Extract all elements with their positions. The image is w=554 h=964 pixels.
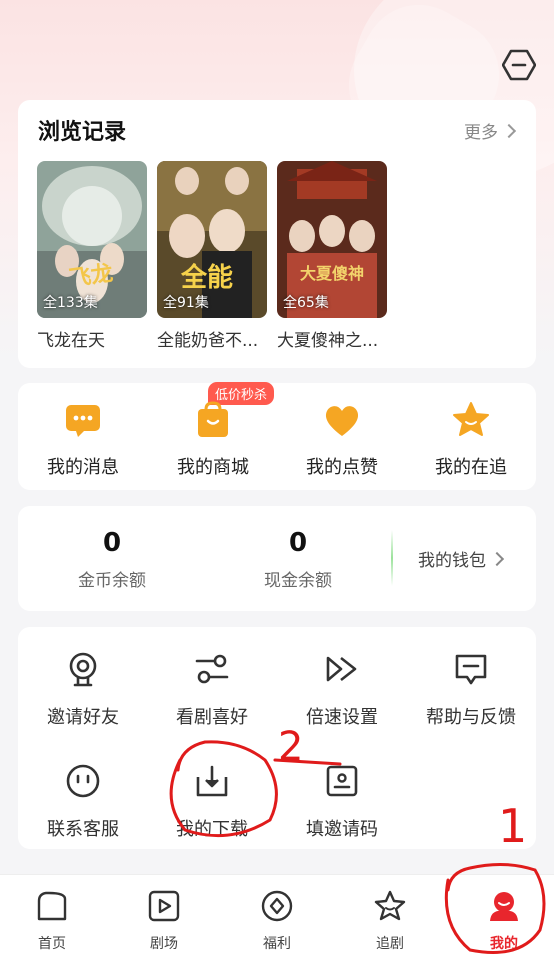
svg-text:全能: 全能: [180, 262, 233, 293]
invite-icon: [69, 652, 97, 687]
feature-label: 我的消息: [47, 457, 119, 478]
speed-icon: [326, 656, 357, 682]
bottom-nav: 首页 剧场 福利 追剧 我的: [0, 874, 554, 964]
features-card: 低价秒杀 我的消息 我的商城 我的点赞 我的在追: [18, 382, 536, 490]
feature-following[interactable]: 我的在追: [416, 401, 526, 479]
cash-balance-label: 现金余额: [264, 571, 332, 591]
cash-balance[interactable]: 0 现金余额: [218, 528, 378, 591]
cash-balance-value: 0: [288, 528, 308, 558]
chevron-right-icon: [489, 551, 505, 566]
tool-label: 联系客服: [47, 819, 119, 840]
nav-theater[interactable]: 剧场: [124, 889, 204, 953]
download-icon: [196, 765, 228, 797]
home-icon: [37, 891, 67, 921]
tools-card: 邀请好友 看剧喜好 倍速设置 帮助与反馈 联系客服 我的下载 填邀请码: [18, 627, 536, 849]
history-poster-3[interactable]: 大夏傻神 全65集: [277, 161, 387, 318]
nav-label: 我的: [490, 936, 518, 952]
history-drama-name[interactable]: 全能奶爸不...: [157, 326, 275, 351]
nav-welfare[interactable]: 福利: [237, 889, 317, 953]
tool-label: 倍速设置: [306, 707, 378, 728]
history-poster-1[interactable]: 飞龙 全133集: [37, 161, 147, 318]
feature-likes[interactable]: 我的点赞: [287, 401, 397, 479]
tool-speed-settings[interactable]: 倍速设置: [277, 651, 407, 729]
episode-count: 全65集: [283, 295, 329, 311]
welfare-icon: [261, 890, 293, 922]
coin-balance[interactable]: 0 金币余额: [32, 528, 192, 591]
nav-label: 首页: [38, 936, 66, 952]
nav-label: 追剧: [376, 936, 404, 952]
coin-balance-value: 0: [102, 528, 122, 558]
profile-icon: [490, 892, 518, 921]
star-icon: [453, 402, 489, 436]
tool-preferences[interactable]: 看剧喜好: [147, 651, 277, 729]
invite-code-icon: [326, 765, 358, 797]
tool-label: 邀请好友: [47, 707, 119, 728]
tool-label: 帮助与反馈: [426, 707, 516, 728]
feature-messages[interactable]: 我的消息: [28, 401, 138, 479]
nav-follow[interactable]: 追剧: [350, 889, 430, 953]
chevron-right-icon: [501, 123, 517, 138]
feature-label: 我的点赞: [306, 457, 378, 478]
tool-help-feedback[interactable]: 帮助与反馈: [406, 651, 536, 729]
episode-count: 全91集: [163, 295, 209, 311]
feature-mall[interactable]: 我的商城: [158, 401, 268, 479]
nav-profile[interactable]: 我的: [464, 889, 544, 953]
svg-text:大夏傻神: 大夏傻神: [300, 264, 364, 283]
wallet-card: 0 金币余额 0 现金余额 我的钱包: [18, 506, 536, 611]
tool-label: 我的下载: [176, 819, 248, 840]
history-more-link[interactable]: 更多: [464, 118, 517, 143]
tool-label: 填邀请码: [306, 819, 378, 840]
history-drama-name[interactable]: 大夏傻神之...: [277, 326, 395, 351]
coin-balance-label: 金币余额: [78, 571, 146, 591]
my-wallet-label: 我的钱包: [418, 551, 486, 571]
my-wallet-link[interactable]: 我的钱包: [418, 546, 505, 571]
shopping-bag-icon: [198, 401, 228, 437]
episode-count: 全133集: [43, 295, 98, 311]
history-card: 浏览记录 更多 飞龙 全133集 全能 全91集 大夏傻神 全65集 飞龙在天 …: [18, 100, 536, 368]
message-icon: [66, 405, 100, 437]
tool-customer-service[interactable]: 联系客服: [18, 763, 148, 841]
more-label: 更多: [464, 123, 498, 143]
nav-home[interactable]: 首页: [12, 889, 92, 953]
history-drama-name[interactable]: 飞龙在天: [37, 326, 155, 351]
feedback-icon: [455, 654, 487, 685]
preference-icon: [195, 654, 229, 684]
tool-invite-friends[interactable]: 邀请好友: [18, 651, 148, 729]
history-title: 浏览记录: [38, 120, 127, 145]
theater-icon: [148, 890, 180, 922]
tool-my-downloads[interactable]: 我的下载: [147, 763, 277, 841]
nav-label: 福利: [263, 936, 291, 952]
nav-label: 剧场: [150, 936, 178, 952]
follow-icon: [374, 890, 406, 921]
settings-hexagon-icon[interactable]: [502, 48, 536, 82]
wallet-divider: [391, 530, 393, 586]
tool-label: 看剧喜好: [176, 707, 248, 728]
customer-service-icon: [66, 764, 100, 798]
feature-label: 我的在追: [435, 457, 507, 478]
feature-label: 我的商城: [177, 457, 249, 478]
history-poster-2[interactable]: 全能 全91集: [157, 161, 267, 318]
heart-icon: [325, 406, 359, 436]
tool-invite-code[interactable]: 填邀请码: [277, 763, 407, 841]
